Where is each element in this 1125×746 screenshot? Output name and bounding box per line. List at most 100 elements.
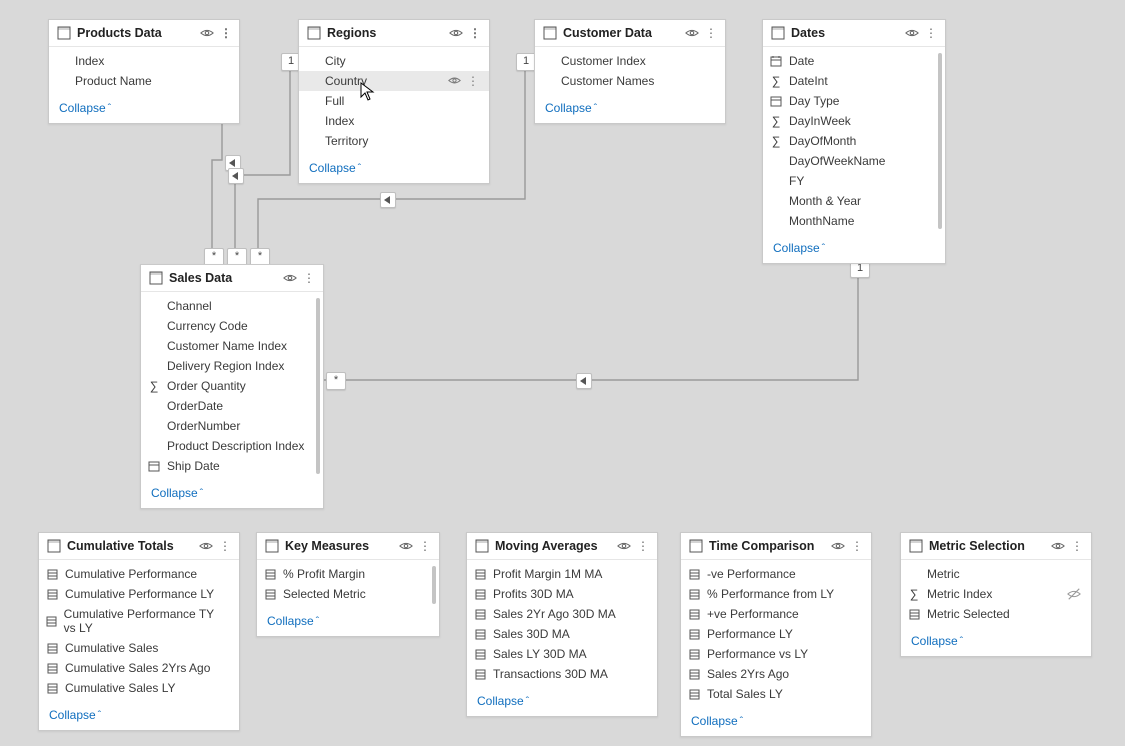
more-options-icon[interactable]: ⋮ — [303, 271, 315, 285]
field-row[interactable]: Product Description Index — [141, 436, 323, 456]
table-metric-selection[interactable]: Metric Selection ⋮ Metric ∑ Metric Index… — [900, 532, 1092, 657]
field-row[interactable]: Index — [49, 51, 239, 71]
model-canvas[interactable]: { "collapseLabel": "Collapse", "tables":… — [0, 0, 1125, 746]
collapse-link[interactable]: Collapseˆ — [59, 101, 111, 115]
field-row[interactable]: Sales 2Yr Ago 30D MA — [467, 604, 657, 624]
field-row[interactable]: ∑DateInt — [763, 71, 945, 91]
table-sales-data[interactable]: Sales Data ⋮ Channel Currency Code Custo… — [140, 264, 324, 509]
field-row[interactable]: Profit Margin 1M MA — [467, 564, 657, 584]
field-row[interactable]: DayOfWeekName — [763, 151, 945, 171]
field-row[interactable]: FY — [763, 171, 945, 191]
table-products-data[interactable]: Products Data ⋮ Index Product Name Colla… — [48, 19, 240, 124]
field-row[interactable]: Profits 30D MA — [467, 584, 657, 604]
visibility-icon[interactable] — [831, 539, 845, 553]
visibility-icon[interactable] — [449, 26, 463, 40]
collapse-link[interactable]: Collapseˆ — [911, 634, 963, 648]
collapse-link[interactable]: Collapseˆ — [773, 241, 825, 255]
field-row[interactable]: ∑DayOfMonth — [763, 131, 945, 151]
field-row[interactable]: % Profit Margin — [257, 564, 439, 584]
field-row[interactable]: Performance vs LY — [681, 644, 871, 664]
field-row[interactable]: Cumulative Sales 2Yrs Ago — [39, 658, 239, 678]
field-row[interactable]: Month & Year — [763, 191, 945, 211]
table-cumulative-totals[interactable]: Cumulative Totals ⋮ Cumulative Performan… — [38, 532, 240, 731]
field-row[interactable]: ∑Order Quantity — [141, 376, 323, 396]
hidden-icon[interactable] — [1067, 587, 1081, 601]
collapse-link[interactable]: Collapseˆ — [309, 161, 361, 175]
field-row[interactable]: Territory — [299, 131, 489, 151]
more-options-icon[interactable]: ⋮ — [220, 26, 231, 40]
field-row[interactable]: Cumulative Performance — [39, 564, 239, 584]
field-row[interactable]: Country ⋮ — [299, 71, 489, 91]
collapse-link[interactable]: Collapseˆ — [151, 486, 203, 500]
collapse-link[interactable]: Collapseˆ — [477, 694, 529, 708]
field-row[interactable]: % Performance from LY — [681, 584, 871, 604]
table-moving-averages[interactable]: Moving Averages ⋮ Profit Margin 1M MA Pr… — [466, 532, 658, 717]
field-label: DayOfWeekName — [789, 154, 885, 168]
visibility-icon[interactable] — [617, 539, 631, 553]
field-row[interactable]: ∑DayInWeek — [763, 111, 945, 131]
more-options-icon[interactable]: ⋮ — [705, 26, 717, 40]
field-row[interactable]: Product Name — [49, 71, 239, 91]
collapse-link[interactable]: Collapseˆ — [267, 614, 319, 628]
field-row[interactable]: Delivery Region Index — [141, 356, 323, 376]
field-row[interactable]: Channel — [141, 296, 323, 316]
more-options-icon[interactable]: ⋮ — [925, 26, 937, 40]
field-label: % Profit Margin — [283, 567, 365, 581]
field-row[interactable]: Customer Name Index — [141, 336, 323, 356]
table-regions[interactable]: Regions ⋮ City Country ⋮ Full Index Terr… — [298, 19, 490, 184]
field-row[interactable]: Customer Index — [535, 51, 725, 71]
table-dates[interactable]: Dates ⋮ Date ∑DateInt Day Type ∑DayInWee… — [762, 19, 946, 264]
more-options-icon[interactable]: ⋮ — [637, 539, 649, 553]
more-options-icon[interactable]: ⋮ — [851, 539, 863, 553]
field-row[interactable]: Date — [763, 51, 945, 71]
collapse-link[interactable]: Collapseˆ — [49, 708, 101, 722]
field-row[interactable]: Cumulative Sales LY — [39, 678, 239, 698]
visibility-icon[interactable] — [399, 539, 413, 553]
field-row[interactable]: Sales 2Yrs Ago — [681, 664, 871, 684]
field-row[interactable]: Metric Selected — [901, 604, 1091, 624]
field-label: Index — [75, 54, 104, 68]
field-row[interactable]: Cumulative Performance LY — [39, 584, 239, 604]
table-key-measures[interactable]: Key Measures ⋮ % Profit Margin Selected … — [256, 532, 440, 637]
field-row[interactable]: -ve Performance — [681, 564, 871, 584]
more-options-icon[interactable]: ⋮ — [419, 539, 431, 553]
collapse-link[interactable]: Collapseˆ — [545, 101, 597, 115]
visibility-icon[interactable] — [283, 271, 297, 285]
field-row[interactable]: Ship Date — [141, 456, 323, 476]
field-row[interactable]: Performance LY — [681, 624, 871, 644]
table-time-comparison[interactable]: Time Comparison ⋮ -ve Performance % Perf… — [680, 532, 872, 737]
field-row[interactable]: Customer Names — [535, 71, 725, 91]
field-row[interactable]: Currency Code — [141, 316, 323, 336]
field-row[interactable]: Index — [299, 111, 489, 131]
more-options-icon[interactable]: ⋮ — [1071, 539, 1083, 553]
more-options-icon[interactable]: ⋮ — [469, 26, 481, 40]
table-customer-data[interactable]: Customer Data ⋮ Customer Index Customer … — [534, 19, 726, 124]
more-options-icon[interactable]: ⋮ — [467, 74, 479, 88]
field-row[interactable]: Sales LY 30D MA — [467, 644, 657, 664]
visibility-icon[interactable] — [1051, 539, 1065, 553]
field-row[interactable]: Full — [299, 91, 489, 111]
visibility-icon[interactable] — [905, 26, 919, 40]
field-row[interactable]: ∑ Metric Index — [901, 584, 1091, 604]
field-row[interactable]: Total Sales LY — [681, 684, 871, 704]
visibility-icon[interactable] — [200, 26, 214, 40]
field-row[interactable]: Day Type — [763, 91, 945, 111]
field-row[interactable]: OrderDate — [141, 396, 323, 416]
field-row[interactable]: Cumulative Sales — [39, 638, 239, 658]
field-row[interactable]: Metric — [901, 564, 1091, 584]
visibility-icon[interactable] — [448, 74, 461, 88]
field-row[interactable]: MonthName — [763, 211, 945, 231]
field-row[interactable]: Cumulative Performance TY vs LY — [39, 604, 239, 638]
field-row[interactable]: Selected Metric — [257, 584, 439, 604]
measure-icon — [263, 589, 277, 600]
field-row[interactable]: Transactions 30D MA — [467, 664, 657, 684]
field-row[interactable]: OrderNumber — [141, 416, 323, 436]
field-label: Product Name — [75, 74, 152, 88]
field-row[interactable]: City — [299, 51, 489, 71]
visibility-icon[interactable] — [685, 26, 699, 40]
collapse-link[interactable]: Collapseˆ — [691, 714, 743, 728]
field-row[interactable]: +ve Performance — [681, 604, 871, 624]
more-options-icon[interactable]: ⋮ — [219, 539, 231, 553]
visibility-icon[interactable] — [199, 539, 213, 553]
field-row[interactable]: Sales 30D MA — [467, 624, 657, 644]
